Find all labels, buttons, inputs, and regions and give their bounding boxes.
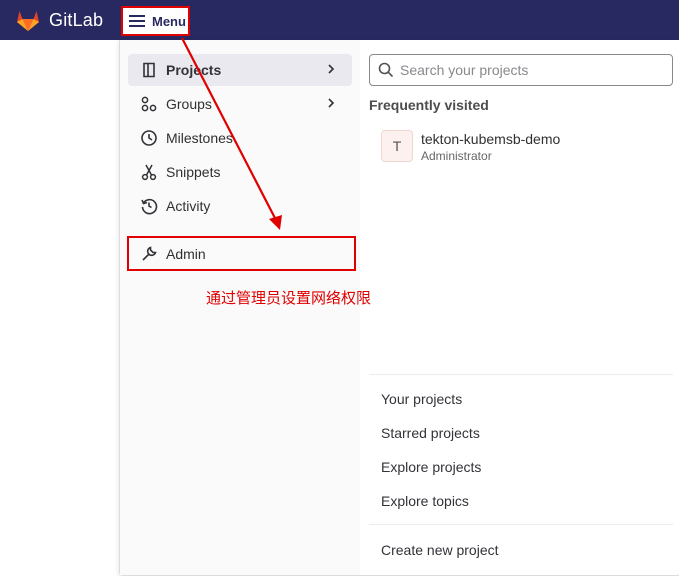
- history-icon: [141, 198, 158, 215]
- frequently-visited-heading: Frequently visited: [369, 97, 489, 113]
- your-projects-link[interactable]: Your projects: [381, 391, 462, 407]
- annotation-text: 通过管理员设置网络权限: [206, 289, 372, 307]
- group-icon: [141, 96, 157, 112]
- top-navbar: GitLab Menu: [0, 0, 679, 40]
- clock-icon: [141, 130, 157, 146]
- search-projects-input[interactable]: Search your projects: [369, 54, 673, 86]
- nav-item-label: Snippets: [166, 164, 221, 180]
- frequent-project-item[interactable]: T tekton-kubemsb-demo Administrator: [381, 130, 560, 164]
- search-icon: [378, 62, 394, 78]
- nav-item-label: Admin: [166, 246, 206, 262]
- nav-item-milestones[interactable]: Milestones: [128, 122, 352, 154]
- divider: [369, 374, 673, 375]
- divider: [369, 524, 673, 525]
- nav-item-snippets[interactable]: Snippets: [128, 156, 352, 188]
- wrench-icon: [142, 246, 157, 261]
- starred-projects-link[interactable]: Starred projects: [381, 425, 480, 441]
- nav-item-label: Projects: [166, 62, 222, 78]
- project-namespace: Administrator: [421, 149, 492, 163]
- menu-button-label: Menu: [152, 13, 186, 29]
- projects-panel: Search your projects Frequently visited …: [360, 40, 679, 575]
- create-new-project-link[interactable]: Create new project: [381, 542, 499, 558]
- scissors-icon: [141, 164, 157, 181]
- hamburger-icon: [129, 15, 145, 27]
- project-icon: [143, 62, 155, 78]
- brand-name[interactable]: GitLab: [49, 10, 103, 31]
- explore-projects-link[interactable]: Explore projects: [381, 459, 481, 475]
- gitlab-logo-icon[interactable]: [14, 8, 42, 32]
- project-name: tekton-kubemsb-demo: [421, 131, 561, 147]
- nav-item-activity[interactable]: Activity: [128, 190, 352, 222]
- chevron-right-icon: [328, 98, 335, 108]
- nav-item-label: Milestones: [166, 130, 233, 146]
- chevron-right-icon: [328, 64, 335, 74]
- project-avatar: T: [381, 130, 413, 162]
- nav-item-label: Groups: [166, 96, 212, 112]
- menu-button[interactable]: Menu: [121, 6, 190, 36]
- nav-item-admin[interactable]: Admin: [128, 238, 352, 270]
- menu-dropdown: Projects Groups Milestones Snippets Acti…: [119, 40, 679, 576]
- nav-item-groups[interactable]: Groups: [128, 88, 352, 120]
- explore-topics-link[interactable]: Explore topics: [381, 493, 469, 509]
- search-placeholder: Search your projects: [400, 62, 529, 78]
- nav-item-projects[interactable]: Projects: [128, 54, 352, 86]
- nav-item-label: Activity: [166, 198, 211, 214]
